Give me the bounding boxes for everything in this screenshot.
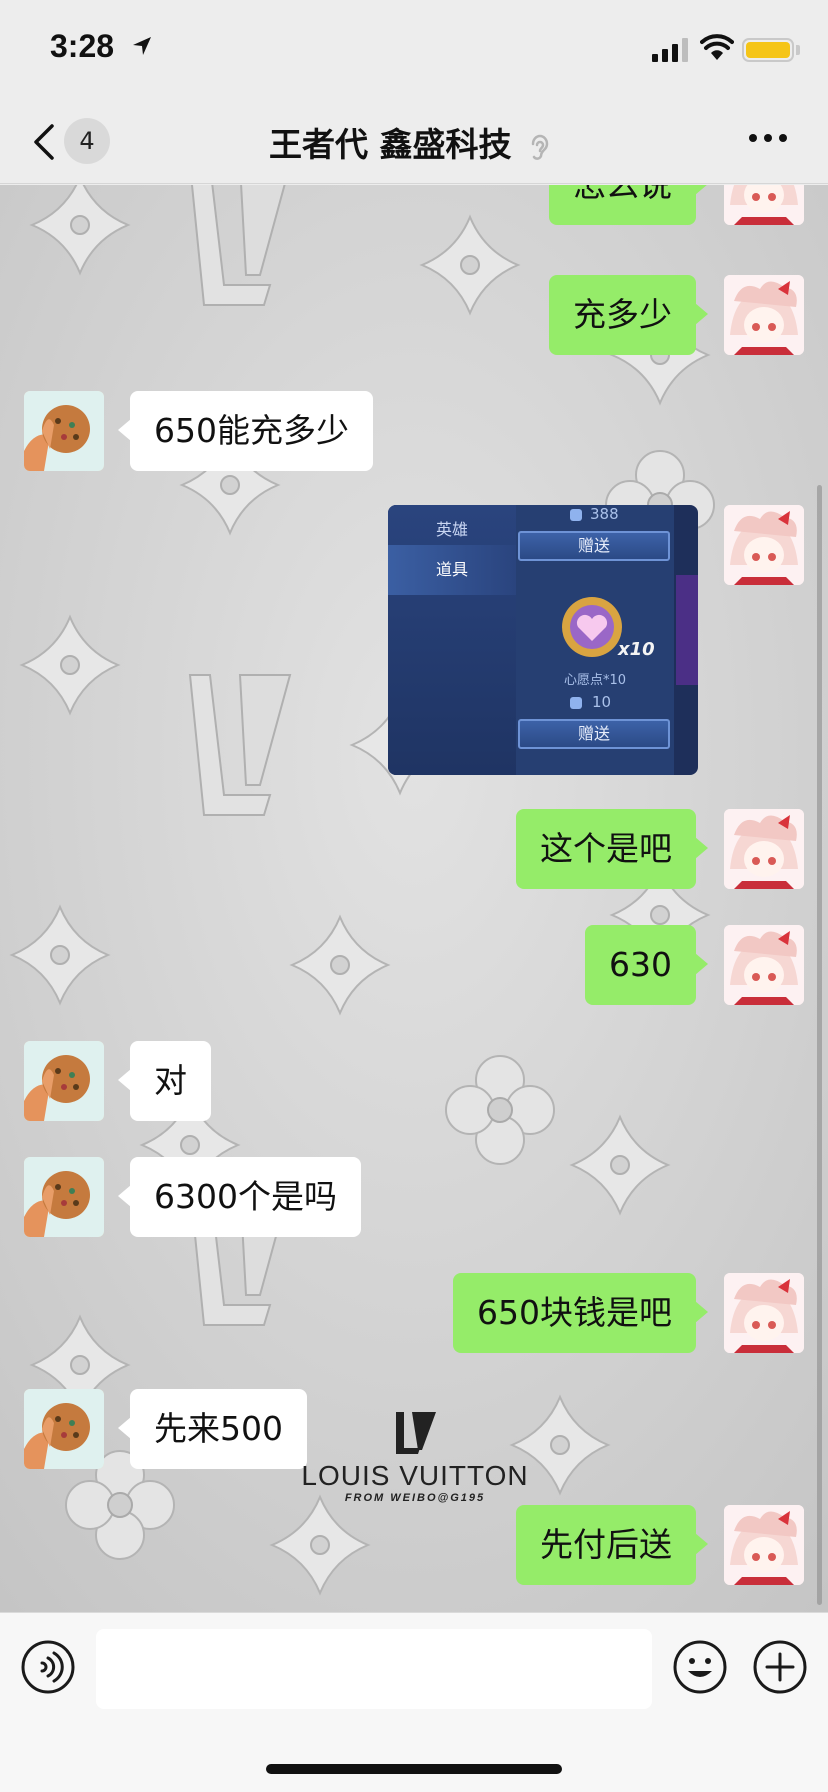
game-price-bottom: 10 — [592, 693, 612, 711]
my-avatar[interactable] — [724, 275, 804, 355]
message-bubble-outgoing[interactable]: 630 — [585, 925, 708, 1005]
contact-avatar[interactable] — [24, 1157, 104, 1237]
message-bubble-outgoing[interactable]: 650块钱是吧 — [453, 1273, 708, 1353]
message-bubble-outgoing[interactable]: 充多少 — [549, 275, 708, 355]
my-avatar[interactable] — [724, 809, 804, 889]
message-bubble-incoming[interactable]: 6300个是吗 — [118, 1157, 361, 1237]
cookie-hand-avatar-icon — [24, 1041, 104, 1121]
coupon-icon — [570, 509, 582, 521]
lv-monogram-logo — [396, 1412, 436, 1454]
more-options-icon[interactable] — [748, 132, 788, 144]
cookie-hand-avatar-icon — [24, 391, 104, 471]
message-row: 怎么说 — [0, 185, 828, 225]
chat-title-text: 王者代 鑫盛科技 — [269, 125, 512, 164]
voice-input-icon[interactable] — [20, 1639, 76, 1695]
anime-girl-avatar-icon — [724, 809, 804, 889]
wallpaper-watermark: LOUIS VUITTON FROM WEIBO@G195 — [300, 1410, 530, 1504]
game-item-name: 心愿点*10 — [564, 673, 627, 688]
contact-avatar[interactable] — [24, 1041, 104, 1121]
chat-header: 4 王者代 鑫盛科技 — [0, 100, 828, 184]
wifi-icon — [700, 34, 734, 60]
my-avatar[interactable] — [724, 505, 804, 585]
location-arrow-icon — [133, 37, 151, 55]
image-message[interactable]: 英雄 道具 388 赠送 x10 心愿点*10 10 赠送 — [388, 505, 698, 775]
game-gift-button: 赠送 — [518, 531, 670, 561]
chat-message-list[interactable]: 怎么说 充多少 — [0, 185, 828, 1612]
message-bubble-incoming[interactable]: 先来500 — [118, 1389, 307, 1469]
battery-icon — [742, 38, 794, 62]
ear-mute-icon — [531, 134, 549, 160]
message-row: 先付后送 — [0, 1505, 828, 1585]
anime-girl-avatar-icon — [724, 1273, 804, 1353]
message-bubble-outgoing[interactable]: 怎么说 — [549, 185, 708, 225]
message-row: 这个是吧 — [0, 809, 828, 889]
cellular-signal-icon — [652, 38, 688, 62]
chat-title: 王者代 鑫盛科技 — [160, 118, 660, 166]
anime-girl-avatar-icon — [724, 185, 804, 225]
message-row: 对 — [0, 1041, 828, 1121]
message-row: 650能充多少 — [0, 391, 828, 471]
contact-avatar[interactable] — [24, 1389, 104, 1469]
game-price-top: 388 — [590, 505, 619, 523]
emoji-icon[interactable] — [672, 1639, 728, 1695]
my-avatar[interactable] — [724, 1273, 804, 1353]
my-avatar[interactable] — [724, 185, 804, 225]
game-tab-item: 道具 — [388, 545, 516, 595]
message-bubble-incoming[interactable]: 对 — [118, 1041, 211, 1121]
message-row: 6300个是吗 — [0, 1157, 828, 1237]
coupon-icon — [570, 697, 582, 709]
back-chevron-icon[interactable] — [30, 122, 56, 162]
game-item-multiplier: x10 — [618, 639, 655, 660]
watermark-brand: LOUIS VUITTON — [301, 1460, 529, 1491]
game-gift-button: 赠送 — [518, 719, 670, 749]
message-row: 630 — [0, 925, 828, 1005]
unread-count-badge[interactable]: 4 — [64, 118, 110, 164]
heart-coin-icon — [562, 597, 622, 657]
home-indicator — [266, 1764, 562, 1774]
watermark-credit: FROM WEIBO@G195 — [344, 1492, 486, 1504]
my-avatar[interactable] — [724, 925, 804, 1005]
status-time: 3:28 — [50, 28, 115, 64]
add-more-icon[interactable] — [752, 1639, 808, 1695]
message-row: 650块钱是吧 — [0, 1273, 828, 1353]
anime-girl-avatar-icon — [724, 925, 804, 1005]
anime-girl-avatar-icon — [724, 1505, 804, 1585]
input-bar — [0, 1612, 828, 1792]
anime-girl-avatar-icon — [724, 275, 804, 355]
message-bubble-outgoing[interactable]: 先付后送 — [516, 1505, 708, 1585]
message-bubble-incoming[interactable]: 650能充多少 — [118, 391, 373, 471]
anime-girl-avatar-icon — [724, 505, 804, 585]
message-row: 充多少 — [0, 275, 828, 355]
status-bar: 3:28 — [0, 0, 828, 100]
my-avatar[interactable] — [724, 1505, 804, 1585]
contact-avatar[interactable] — [24, 391, 104, 471]
message-bubble-outgoing[interactable]: 这个是吧 — [516, 809, 708, 889]
message-input[interactable] — [96, 1629, 652, 1709]
cookie-hand-avatar-icon — [24, 1157, 104, 1237]
cookie-hand-avatar-icon — [24, 1389, 104, 1469]
